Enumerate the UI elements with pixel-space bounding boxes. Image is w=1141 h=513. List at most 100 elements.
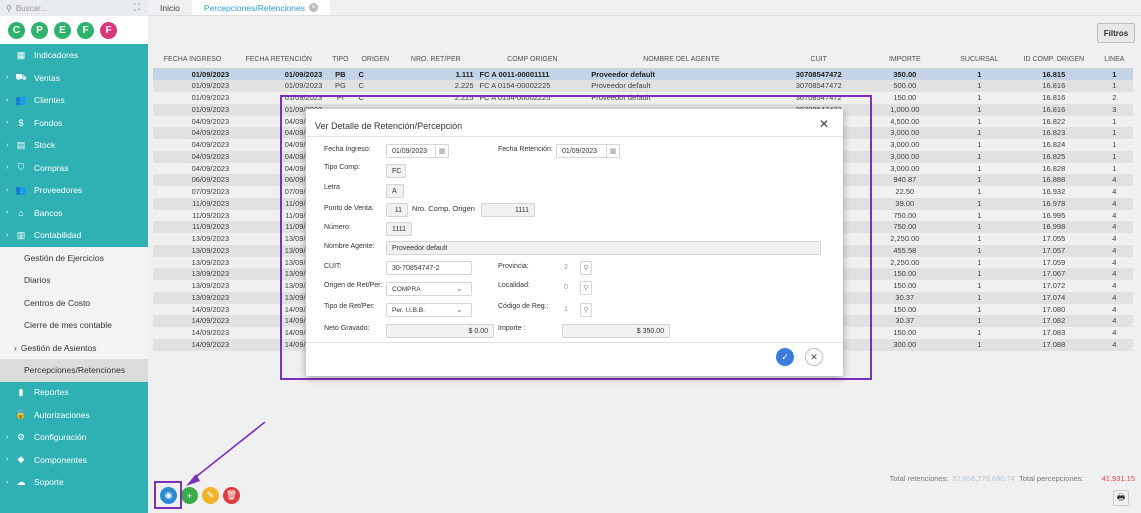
table-cell: 16.998	[1011, 221, 1096, 233]
column-header[interactable]: COMP ORIGEN	[476, 52, 589, 69]
sidebar-item-ventas[interactable]: › ⛟ Ventas	[0, 67, 148, 90]
table-cell: 3	[1095, 103, 1133, 116]
table-cell: 07/09/2023	[191, 187, 230, 196]
confirm-button[interactable]: ✓	[776, 348, 794, 366]
sidebar-item-componentes[interactable]: › ◆ Componentes	[0, 449, 148, 472]
table-cell: 16.825	[1011, 150, 1096, 163]
sidebar-item-indicadores[interactable]: ▦ Indicadores	[0, 44, 148, 67]
sidebar-item-stock[interactable]: › ▤ Stock	[0, 134, 148, 157]
sidebar-item-contabilidad[interactable]: › ▥ Contabilidad	[0, 224, 148, 247]
table-cell: 1	[977, 163, 982, 173]
column-header[interactable]: NRO. RET/PER	[395, 52, 477, 69]
table-cell: 1,000.00	[862, 103, 947, 116]
table-cell: 17.082	[1011, 315, 1096, 327]
check-icon: ✓	[781, 351, 789, 362]
calendar-icon[interactable]: ▦	[606, 144, 620, 158]
submenu-item-centros-de-costo[interactable]: Centros de Costo	[0, 292, 148, 315]
fecha-retencion-field[interactable]: 01/09/2023	[556, 144, 612, 158]
sidebar-item-bancos[interactable]: › ⌂ Bancos	[0, 202, 148, 225]
quick-button-2[interactable]: E	[54, 21, 71, 39]
table-cell: 1	[977, 304, 982, 314]
table-cell: 4	[1095, 197, 1133, 210]
column-header[interactable]: FECHA RETENCIÓN	[232, 52, 326, 69]
quick-button-3[interactable]: F	[77, 21, 94, 39]
sidebar-item-configuraci-n[interactable]: › ⚙ Configuración	[0, 426, 148, 449]
table-cell: 1	[977, 234, 982, 243]
table-cell: 16.822	[1042, 116, 1066, 126]
search-input[interactable]: ⚲ Buscar... ⛶	[0, 0, 148, 16]
fecha-ingreso-field[interactable]: 01/09/2023	[386, 144, 442, 158]
column-header[interactable]: LINEA	[1095, 52, 1133, 69]
localidad-search-icon[interactable]: ⚲	[580, 281, 592, 295]
tipo-comp-label: Tipo Comp:	[324, 164, 360, 171]
submenu-item-label: Diarios	[24, 275, 51, 286]
sidebar-item-label: Compras	[34, 162, 69, 173]
sidebar-item-label: Stock	[34, 140, 56, 151]
table-row[interactable]: 01/09/2023 01/09/2023 PB C 1.111 FC A 0011-00…	[153, 68, 1133, 81]
table-cell: FC A 0011-00001111	[476, 68, 589, 81]
sidebar-item-compras[interactable]: › ⛉ Compras	[0, 157, 148, 180]
quick-button-4[interactable]: F	[100, 21, 117, 39]
lock-icon: 🔒	[15, 409, 27, 420]
punto-venta-field: 11	[386, 203, 408, 217]
boxes-icon: ▤	[16, 139, 26, 150]
table-cell: 11/09/2023	[153, 221, 233, 233]
column-header[interactable]: IMPORTE	[862, 52, 947, 69]
provincia-search-icon[interactable]: ⚲	[580, 261, 592, 275]
calendar-icon[interactable]: ▦	[435, 144, 449, 158]
table-row[interactable]: 01/09/2023 01/09/2023 PG C 2.225 FC A 0154-00…	[153, 80, 1133, 92]
sidebar: ⚲ Buscar... ⛶ CPEFF ▦ Indicadores › ⛟ Ventas…	[0, 0, 148, 513]
table-cell: 150.00	[893, 304, 917, 314]
column-header[interactable]: CUIT	[774, 52, 863, 69]
table-cell: 16.932	[1042, 187, 1066, 196]
table-cell: 14/09/2023	[153, 315, 233, 327]
submenu-item-gesti-n-de-asientos[interactable]: › Gestión de Asientos	[0, 337, 148, 360]
tab-percepciones-retenciones[interactable]: Percepciones/Retenciones ×	[191, 0, 330, 15]
table-cell: 4	[1095, 338, 1133, 351]
sidebar-item-fondos[interactable]: › $ Fondos	[0, 112, 148, 135]
table-cell: 455.58	[862, 244, 947, 257]
cuit-field[interactable]: 30-70854747-2	[386, 261, 472, 275]
chevron-right-icon: ›	[6, 456, 9, 464]
expand-icon[interactable]: ⛶	[134, 2, 140, 13]
provincia-value: 2	[564, 264, 568, 271]
chevron-right-icon: ›	[6, 164, 9, 172]
table-cell: 1	[977, 187, 982, 196]
table-cell: 4,500.00	[890, 116, 920, 126]
sidebar-item-autorizaciones[interactable]: 🔒 Autorizaciones	[0, 404, 148, 427]
table-cell: 4	[1112, 234, 1117, 243]
column-header[interactable]: TIPO	[325, 52, 356, 69]
column-header[interactable]: ORIGEN	[355, 52, 396, 69]
table-cell: 1	[1095, 80, 1133, 92]
codigo-search-icon[interactable]: ⚲	[580, 303, 592, 317]
sidebar-item-proveedores[interactable]: › 👥 Proveedores	[0, 179, 148, 202]
close-icon[interactable]: ✕	[819, 117, 829, 131]
sidebar-item-reportes[interactable]: ▮ Reportes	[0, 381, 148, 404]
table-cell: 17.083	[1042, 328, 1066, 337]
table-cell: 4	[1112, 210, 1117, 220]
submenu-item-gesti-n-de-ejercicios[interactable]: Gestión de Ejercicios	[0, 247, 148, 270]
submenu-item-label: Gestión de Ejercicios	[24, 252, 104, 263]
cancel-button[interactable]: ✕	[805, 348, 823, 366]
tab-inicio[interactable]: Inicio	[148, 0, 192, 15]
column-header[interactable]: NOMBRE DEL AGENTE	[588, 52, 775, 69]
table-cell: 11/09/2023	[192, 210, 230, 220]
filters-button[interactable]: Filtros	[1097, 23, 1135, 43]
quick-button-0[interactable]: C	[8, 21, 25, 39]
sidebar-item-clientes[interactable]: › 👥 Clientes	[0, 89, 148, 112]
chevron-right-icon: ›	[6, 209, 9, 217]
print-button[interactable]: 🖶	[1113, 490, 1129, 506]
table-cell: 940.87	[862, 174, 947, 186]
sidebar-item-label: Configuración	[34, 432, 87, 443]
column-header[interactable]: SUCURSAL	[946, 52, 1012, 69]
submenu-item-cierre-de-mes-contable[interactable]: Cierre de mes contable	[0, 314, 148, 337]
submenu-item-percepciones-retenciones[interactable]: Percepciones/Retenciones	[0, 359, 148, 382]
sidebar-item-soporte[interactable]: › ☁ Soporte	[0, 471, 148, 494]
quick-button-1[interactable]: P	[31, 21, 48, 39]
submenu-item-diarios[interactable]: Diarios	[0, 269, 148, 292]
table-cell: 1	[977, 140, 982, 149]
close-tab-icon[interactable]: ×	[308, 3, 318, 12]
column-header[interactable]: ID COMP. ORIGEN	[1011, 52, 1096, 69]
numero-field: 1111	[386, 222, 412, 236]
column-header[interactable]: FECHA INGRESO	[153, 52, 233, 69]
